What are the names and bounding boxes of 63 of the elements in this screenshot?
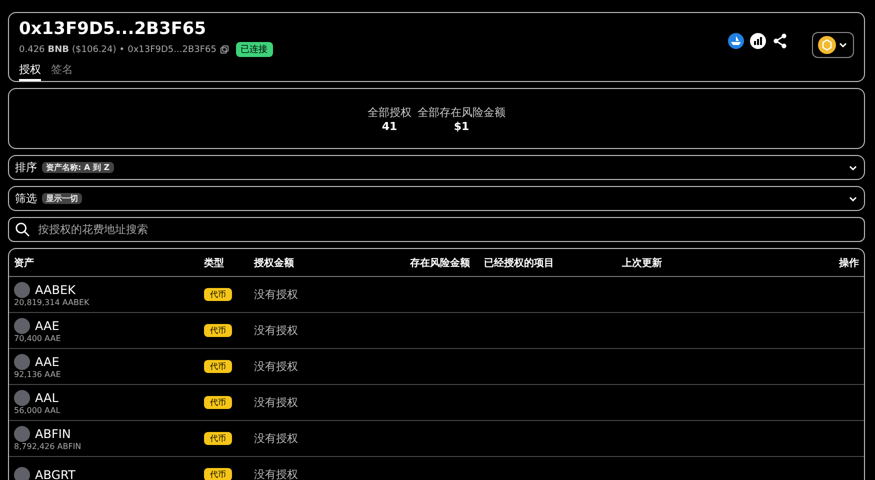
- network-selector[interactable]: [812, 32, 854, 58]
- type-tag: 代币: [204, 288, 232, 301]
- account-title: 0x13F9D5...2B3F65: [19, 19, 208, 39]
- column-header: 已经授权的项目: [483, 256, 555, 270]
- allowance-cell-text: 没有授权: [254, 323, 299, 338]
- summary-value: $1: [454, 120, 470, 132]
- asset-balance: 70,400 AAE: [14, 334, 62, 343]
- column-header: 操作: [838, 256, 859, 270]
- type-tag: 代币: [204, 324, 232, 337]
- allowance-cell-text: 没有授权: [254, 431, 299, 446]
- search-icon: [15, 222, 30, 237]
- allowance-cell-text: 没有授权: [254, 287, 299, 302]
- asset-balance: 92,136 AAE: [14, 370, 62, 379]
- type-tag: 代币: [204, 432, 232, 445]
- asset-balance: 56,000 AAL: [14, 406, 62, 415]
- column-header: 存在风险金额: [409, 256, 470, 270]
- option-chip: 显示一切: [42, 193, 82, 204]
- asset-name: AAE: [35, 355, 60, 369]
- summary-value: 41: [382, 120, 398, 132]
- search-input[interactable]: 按授权的花费地址搜索: [36, 222, 858, 237]
- type-tag: 代币: [204, 396, 232, 409]
- asset-balance: 20,819,314 AABEK: [14, 298, 90, 307]
- balance-usd: ($106.24): [72, 44, 116, 54]
- separator-dot: •: [119, 44, 125, 54]
- sort-dropdown[interactable]: 排序 资产名称: A 到 Z: [8, 155, 865, 180]
- connected-badge: 已连接: [236, 42, 272, 57]
- asset-name: AAL: [35, 391, 58, 405]
- option-chip: 资产名称: A 到 Z: [42, 162, 114, 173]
- type-tag: 代币: [204, 468, 232, 480]
- chevron-down-icon: [838, 40, 848, 50]
- summary-label: 全部授权: [368, 104, 412, 120]
- column-header: 授权金额: [254, 256, 295, 270]
- asset-name: AAE: [35, 319, 60, 333]
- column-header: 上次更新: [622, 256, 663, 270]
- asset-name: AABEK: [35, 283, 76, 297]
- boat-icon[interactable]: [728, 33, 744, 49]
- token-icon: [14, 318, 30, 334]
- token-icon: [14, 354, 30, 370]
- filter-dropdown[interactable]: 筛选 显示一切: [8, 186, 865, 211]
- type-tag: 代币: [204, 360, 232, 373]
- chart-logo-icon[interactable]: [750, 33, 766, 49]
- token-icon: [14, 466, 30, 480]
- allowance-cell-text: 没有授权: [254, 467, 299, 480]
- copy-icon[interactable]: [220, 45, 228, 54]
- search-bar[interactable]: 按授权的花费地址搜索: [8, 217, 865, 242]
- token-icon: [14, 282, 30, 298]
- column-header: 类型: [204, 256, 225, 270]
- column-header: 资产: [14, 256, 35, 270]
- account-address: 0x13F9D5...2B3F65: [128, 44, 216, 54]
- tab[interactable]: 签名: [51, 62, 73, 81]
- asset-name: ABFIN: [35, 427, 71, 441]
- token-icon: [14, 426, 30, 442]
- asset-name: ABGRT: [35, 468, 76, 480]
- summary-label: 全部存在风险金额: [418, 104, 506, 120]
- balance-amount: 0.426: [19, 44, 45, 54]
- share-icon[interactable]: [772, 33, 788, 49]
- token-icon: [14, 390, 30, 406]
- balance-symbol: BNB: [48, 44, 70, 54]
- allowance-cell-text: 没有授权: [254, 395, 299, 410]
- tab[interactable]: 授权: [19, 62, 41, 81]
- asset-balance: 8,792,426 ABFIN: [14, 442, 82, 451]
- allowance-cell-text: 没有授权: [254, 359, 299, 374]
- coin-icon: [818, 36, 836, 54]
